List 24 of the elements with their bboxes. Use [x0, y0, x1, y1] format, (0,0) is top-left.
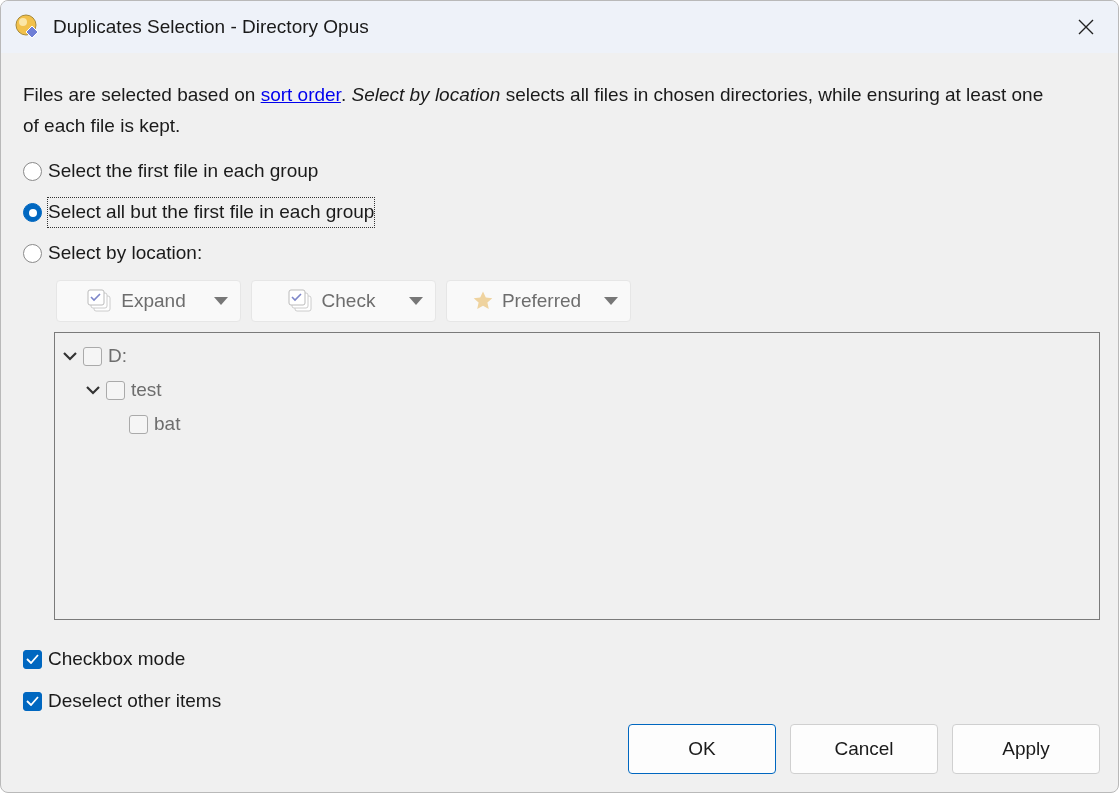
sort-order-link[interactable]: sort order — [260, 84, 341, 105]
option-label[interactable]: Select the first file in each group — [48, 157, 319, 186]
dialog-button[interactable]: OK — [628, 724, 776, 774]
dialog-button[interactable]: Cancel — [790, 724, 938, 774]
option-label[interactable]: Select by location: — [48, 239, 203, 268]
window-title: Duplicates Selection - Directory Opus — [53, 14, 369, 39]
checkbox[interactable] — [23, 691, 42, 711]
radio-button[interactable] — [23, 244, 42, 263]
checkbox[interactable] — [23, 649, 42, 669]
option-label[interactable]: Select all but the first file in each group — [48, 198, 375, 227]
checkbox-stack-icon — [287, 289, 314, 313]
checkbox-label[interactable]: Deselect other items — [48, 686, 222, 716]
dropdown-caret-icon — [214, 297, 228, 305]
dropdown-caret-icon — [409, 297, 423, 305]
checkbox-stack-icon — [87, 289, 114, 313]
app-icon — [13, 13, 41, 41]
radio-button[interactable] — [23, 203, 42, 222]
dropdown-caret-icon — [604, 297, 618, 305]
dialog-button[interactable]: Apply — [952, 724, 1100, 774]
checkbox-label[interactable]: Checkbox mode — [48, 644, 186, 674]
description-text: Files are selected based on sort order. Select by location selects all files in chosen directories, while ensuring at least one of each file is kept. — [23, 83, 1045, 138]
close-icon — [1078, 19, 1094, 35]
radio-button[interactable] — [23, 162, 42, 181]
star-icon — [471, 290, 494, 312]
